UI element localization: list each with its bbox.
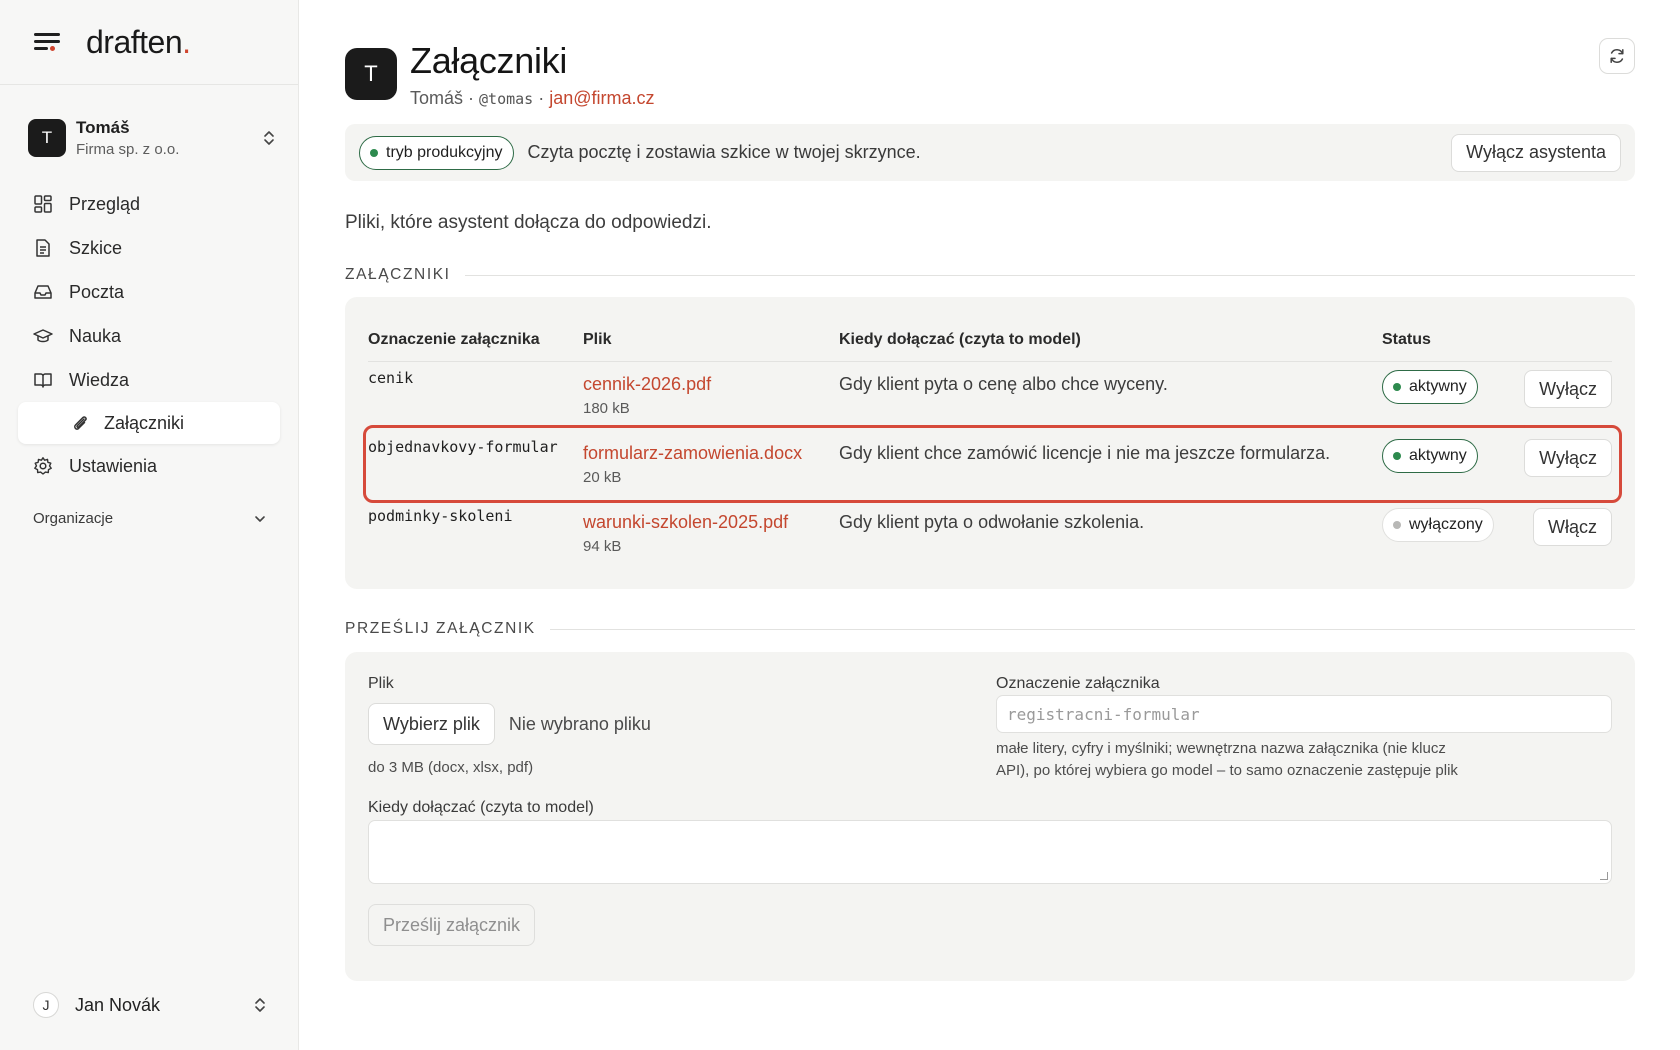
file-size: 180 kB [583, 400, 630, 417]
sidebar-item-label: Załączniki [104, 412, 185, 433]
refresh-icon [1610, 49, 1624, 63]
header-name: Tomáš [410, 88, 464, 108]
column-header-file: Plik [583, 331, 612, 348]
page-subtitle: Tomáš · @tomas · jan@firma.cz [410, 88, 655, 109]
file-link[interactable]: cennik-2026.pdf [583, 374, 711, 395]
sidebar: draften. T Tomáš Firma sp. z o.o. Przegl… [0, 0, 299, 1050]
separator: · [533, 88, 550, 108]
sidebar-item-zalaczniki[interactable]: Załączniki [18, 402, 280, 444]
status-badge: tryb produkcyjny [359, 135, 514, 170]
book-icon [33, 370, 53, 390]
tag-hint: małe litery, cyfry i myślniki; wewnętrzn… [996, 740, 1458, 779]
logo[interactable]: draften. [86, 24, 191, 61]
disable-attachment-button[interactable]: Wyłącz [1524, 370, 1612, 408]
tag-label: Oznaczenie załącznika [996, 675, 1160, 692]
separator: · [463, 88, 480, 108]
disable-assistant-button[interactable]: Wyłącz asystenta [1451, 133, 1621, 172]
chevron-up-down-icon [255, 998, 265, 1012]
sidebar-item-label: Ustawienia [69, 455, 158, 476]
document-icon [33, 238, 53, 258]
sidebar-nav: Przegląd Szkice Poczta Nauka Wiedza Załą… [18, 182, 280, 488]
attachments-table-card: Oznaczenie załącznika Plik Kiedy dołącza… [345, 297, 1635, 589]
file-label: Plik [368, 675, 394, 692]
table-row: cenik cennik-2026.pdf 180 kB Gdy klient … [368, 362, 1612, 430]
sidebar-item-label: Wiedza [69, 369, 130, 390]
attachment-label: objednavkovy-formular [368, 438, 558, 456]
organizations-toggle[interactable]: Organizacje [33, 510, 267, 527]
attachment-label: podminky-skoleni [368, 507, 513, 525]
banner-text: Czyta pocztę i zostawia szkice w twojej … [527, 142, 921, 162]
attachments-section-label: ZAŁĄCZNIKI [345, 266, 1635, 284]
enable-attachment-button[interactable]: Włącz [1533, 508, 1612, 546]
workspace-company: Firma sp. z o.o. [76, 141, 180, 158]
attach-condition: Gdy klient pyta o cenę albo chce wyceny. [839, 374, 1168, 394]
organizations-label: Organizacje [33, 510, 114, 527]
no-file-text: Nie wybrano pliku [508, 713, 651, 734]
gear-icon [33, 456, 53, 476]
table-row: podminky-skoleni warunki-szkolen-2025.pd… [368, 500, 1612, 568]
page-title: Załączniki [410, 40, 568, 81]
choose-file-button[interactable]: Wybierz plik [368, 703, 495, 745]
sidebar-item-label: Szkice [69, 237, 123, 258]
attach-condition: Gdy klient chce zamówić licencje i nie m… [839, 443, 1331, 463]
sidebar-item-label: Nauka [69, 325, 122, 346]
inbox-icon [33, 282, 53, 302]
table-row: objednavkovy-formular formularz-zamowien… [363, 425, 1622, 503]
status-badge: wyłączony [1382, 508, 1494, 542]
chevron-up-down-icon [264, 131, 274, 145]
main-content: T Załączniki Tomáš · @tomas · jan@firma.… [345, 0, 1635, 1050]
file-size: 94 kB [583, 538, 622, 555]
file-link[interactable]: warunki-szkolen-2025.pdf [583, 512, 788, 533]
workspace-avatar: T [28, 119, 66, 157]
upload-attachment-button[interactable]: Prześlij załącznik [368, 904, 536, 946]
upload-section-label: PRZEŚLIJ ZAŁĄCZNIK [345, 620, 1635, 638]
when-textarea[interactable] [368, 820, 1612, 884]
status-badge: aktywny [1382, 370, 1478, 404]
sidebar-item-nauka[interactable]: Nauka [18, 314, 280, 358]
attachment-tag-input[interactable]: registracni-formular [996, 695, 1612, 733]
sidebar-item-label: Przegląd [69, 193, 141, 214]
attachment-label: cenik [368, 369, 414, 387]
header-avatar: T [345, 48, 397, 100]
header-handle: @tomas [479, 90, 534, 108]
user-name: Jan Novák [75, 994, 161, 1015]
file-link[interactable]: formularz-zamowienia.docx [583, 443, 802, 464]
file-picker: Wybierz plik Nie wybrano pliku [368, 703, 651, 745]
workspace-name: Tomáš [76, 118, 130, 137]
menu-icon[interactable] [34, 32, 60, 52]
workspace-switcher[interactable]: T Tomáš Firma sp. z o.o. [28, 116, 276, 160]
sidebar-item-przeglad[interactable]: Przegląd [18, 182, 280, 226]
upload-form-card: Plik Wybierz plik Nie wybrano pliku do 3… [345, 652, 1635, 981]
header-email-link[interactable]: jan@firma.cz [549, 88, 654, 108]
page-description: Pliki, które asystent dołącza do odpowie… [345, 212, 712, 233]
status-badge: aktywny [1382, 439, 1478, 473]
file-hint: do 3 MB (docx, xlsx, pdf) [368, 759, 534, 776]
paperclip-icon [70, 413, 90, 433]
sidebar-item-poczta[interactable]: Poczta [18, 270, 280, 314]
attach-condition: Gdy klient pyta o odwołanie szkolenia. [839, 512, 1145, 532]
file-size: 20 kB [583, 469, 622, 486]
column-header-when: Kiedy dołączać (czyta to model) [839, 331, 1081, 348]
dashboard-icon [33, 194, 53, 214]
column-header-status: Status [1382, 331, 1431, 348]
column-header-label: Oznaczenie załącznika [368, 331, 540, 348]
sidebar-item-wiedza[interactable]: Wiedza [18, 358, 280, 402]
sidebar-item-szkice[interactable]: Szkice [18, 226, 280, 270]
assistant-status-banner: tryb produkcyjny Czyta pocztę i zostawia… [345, 124, 1635, 181]
chevron-down-icon [255, 515, 265, 522]
sidebar-header: draften. [0, 0, 298, 85]
page-header: T Załączniki Tomáš · @tomas · jan@firma.… [345, 40, 655, 109]
avatar: J [33, 992, 59, 1018]
sidebar-item-label: Poczta [69, 281, 125, 302]
user-menu[interactable]: J Jan Novák [33, 992, 267, 1018]
graduation-cap-icon [33, 326, 53, 346]
when-label: Kiedy dołączać (czyta to model) [368, 799, 594, 816]
disable-attachment-button[interactable]: Wyłącz [1524, 439, 1612, 477]
refresh-button[interactable] [1599, 38, 1635, 74]
sidebar-item-ustawienia[interactable]: Ustawienia [18, 444, 280, 488]
